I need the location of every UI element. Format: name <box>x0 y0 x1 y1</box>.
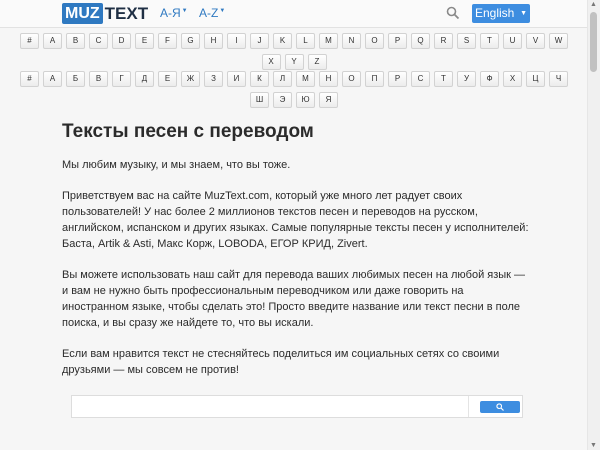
letter-latin-13[interactable]: M <box>319 33 338 49</box>
letter-cyrillic-5[interactable]: Д <box>135 71 154 87</box>
site-header: MUZ TEXT А-Я▼ A-Z▼ English ▼ <box>0 0 588 28</box>
caret-down-icon: ▼ <box>181 8 188 14</box>
letter-cyrillic-3[interactable]: В <box>89 71 108 87</box>
letter-cyrillic-26[interactable]: Ю <box>296 92 315 108</box>
letter-latin-8[interactable]: H <box>204 33 223 49</box>
letter-cyrillic-2[interactable]: Б <box>66 71 85 87</box>
cyrillic-letter-index: # А Б В Г Д Е Ж З И К Л М Н О П Р С Т У Ф Х Ц Ч Ш Э Ю Я <box>0 71 588 113</box>
letter-latin-5[interactable]: E <box>135 33 154 49</box>
letter-latin-3[interactable]: C <box>89 33 108 49</box>
letter-latin-26[interactable]: Z <box>307 54 327 70</box>
letter-latin-24[interactable]: X <box>261 54 281 70</box>
letter-latin-7[interactable]: G <box>181 33 200 49</box>
letter-cyrillic-27[interactable]: Я <box>319 92 338 108</box>
share-paragraph: Если вам нравится текст не стесняйтесь п… <box>62 348 500 376</box>
search-box <box>71 395 523 418</box>
nav-cyrillic-label: А-Я <box>160 6 181 20</box>
letter-latin-21[interactable]: U <box>503 33 522 49</box>
letter-latin-16[interactable]: P <box>388 33 407 49</box>
letter-latin-22[interactable]: V <box>526 33 545 49</box>
search-input[interactable] <box>72 396 469 417</box>
letter-cyrillic-17[interactable]: С <box>411 71 430 87</box>
letter-cyrillic-20[interactable]: Ф <box>480 71 499 87</box>
letter-cyrillic-0[interactable]: # <box>20 71 39 87</box>
letter-cyrillic-13[interactable]: Н <box>319 71 338 87</box>
logo-box: MUZ <box>62 3 103 24</box>
usage-paragraph: Вы можете использовать наш сайт для пере… <box>62 269 526 329</box>
letter-latin-0[interactable]: # <box>20 33 39 49</box>
caret-down-icon: ▼ <box>219 8 226 14</box>
letter-cyrillic-25[interactable]: Э <box>273 92 292 108</box>
welcome-paragraph: Приветствуем вас на сайте MuzText.com, к… <box>62 190 529 250</box>
letter-cyrillic-18[interactable]: Т <box>434 71 453 87</box>
letter-latin-12[interactable]: L <box>296 33 315 49</box>
letter-cyrillic-16[interactable]: Р <box>388 71 407 87</box>
letter-cyrillic-24[interactable]: Ш <box>250 92 269 108</box>
page-title: Тексты песен с переводом <box>62 121 314 142</box>
main-content: Тексты песен с переводом Мы любим музыку… <box>62 121 532 393</box>
logo-text: TEXT <box>104 3 149 23</box>
search-icon[interactable] <box>446 6 460 20</box>
intro-paragraph: Мы любим музыку, и мы знаем, что вы тоже… <box>62 159 291 171</box>
letter-cyrillic-12[interactable]: М <box>296 71 315 87</box>
scroll-up-icon[interactable]: ▲ <box>590 1 597 8</box>
letter-cyrillic-6[interactable]: Е <box>158 71 177 87</box>
caret-down-icon: ▼ <box>520 10 527 17</box>
letter-latin-23[interactable]: W <box>549 33 568 49</box>
letter-latin-2[interactable]: B <box>66 33 85 49</box>
letter-latin-18[interactable]: R <box>434 33 453 49</box>
letter-cyrillic-19[interactable]: У <box>457 71 476 87</box>
letter-cyrillic-10[interactable]: К <box>250 71 269 87</box>
letter-cyrillic-1[interactable]: А <box>43 71 62 87</box>
letter-latin-10[interactable]: J <box>250 33 269 49</box>
language-selector[interactable]: English ▼ <box>472 4 530 23</box>
letter-cyrillic-15[interactable]: П <box>365 71 384 87</box>
search-icon <box>496 403 504 411</box>
letter-latin-14[interactable]: N <box>342 33 361 49</box>
letter-latin-6[interactable]: F <box>158 33 177 49</box>
latin-letter-index: # A B C D E F G H I J K L M N O P Q R S T U V W X Y Z <box>0 33 588 75</box>
letter-cyrillic-22[interactable]: Ц <box>526 71 545 87</box>
letter-latin-17[interactable]: Q <box>411 33 430 49</box>
language-label: English <box>475 6 515 20</box>
site-logo[interactable]: MUZ TEXT <box>62 3 148 24</box>
letter-latin-1[interactable]: A <box>43 33 62 49</box>
scroll-down-icon[interactable]: ▼ <box>590 442 597 449</box>
letter-latin-19[interactable]: S <box>457 33 476 49</box>
search-button[interactable] <box>480 401 520 413</box>
letter-latin-4[interactable]: D <box>112 33 131 49</box>
letter-cyrillic-8[interactable]: З <box>204 71 223 87</box>
scroll-thumb[interactable] <box>590 12 597 72</box>
letter-cyrillic-4[interactable]: Г <box>112 71 131 87</box>
letter-latin-15[interactable]: O <box>365 33 384 49</box>
nav-cyrillic-index[interactable]: А-Я▼ <box>160 6 188 20</box>
nav-latin-index[interactable]: A-Z▼ <box>199 6 225 20</box>
letter-cyrillic-11[interactable]: Л <box>273 71 292 87</box>
page-scrollbar[interactable]: ▲ ▼ <box>587 0 600 450</box>
letter-cyrillic-7[interactable]: Ж <box>181 71 200 87</box>
letter-cyrillic-21[interactable]: Х <box>503 71 522 87</box>
letter-cyrillic-9[interactable]: И <box>227 71 246 87</box>
letter-latin-20[interactable]: T <box>480 33 499 49</box>
letter-cyrillic-14[interactable]: О <box>342 71 361 87</box>
letter-cyrillic-23[interactable]: Ч <box>549 71 568 87</box>
letter-latin-25[interactable]: Y <box>284 54 304 70</box>
letter-latin-11[interactable]: K <box>273 33 292 49</box>
letter-latin-9[interactable]: I <box>227 33 246 49</box>
nav-latin-label: A-Z <box>199 6 219 20</box>
